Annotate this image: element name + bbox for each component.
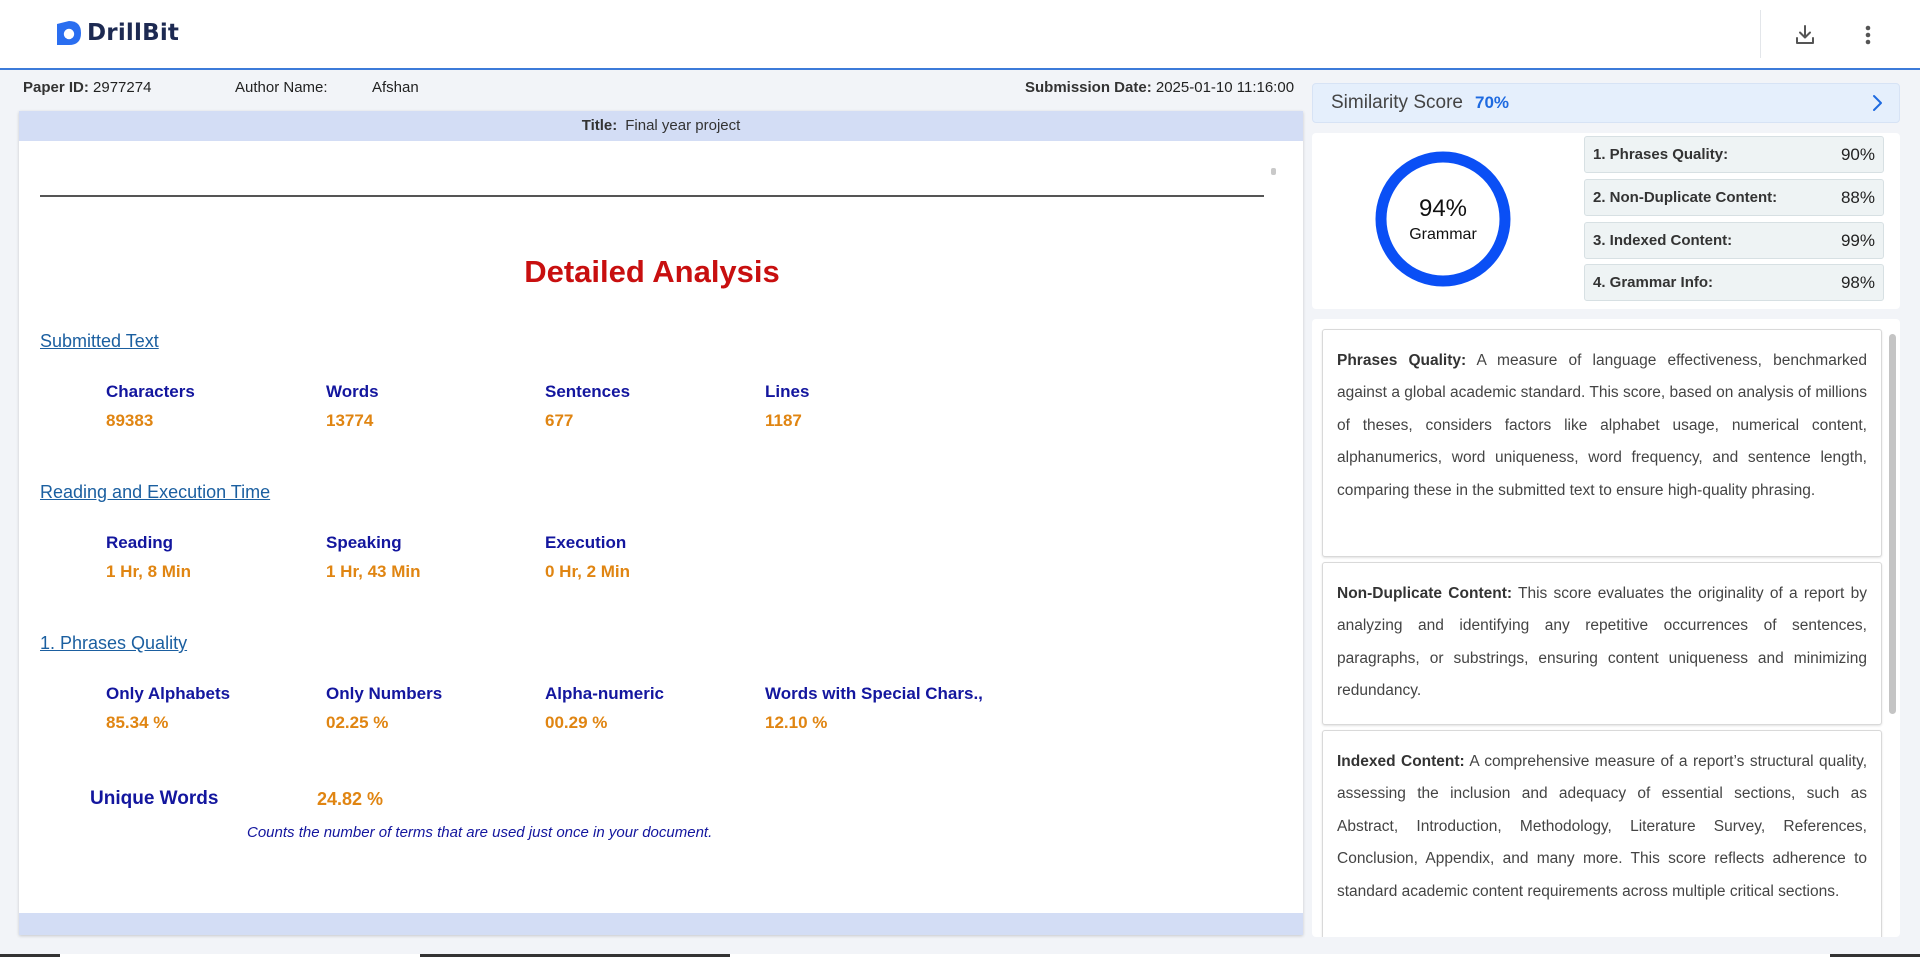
description-text: A measure of language effectiveness, ben… bbox=[1337, 352, 1867, 499]
metric-non-duplicate-content: 2. Non-Duplicate Content: 88% bbox=[1584, 179, 1884, 216]
document-footer-bar bbox=[19, 913, 1303, 935]
document-viewer[interactable]: Title: Final year project Detailed Analys… bbox=[19, 111, 1303, 935]
metric-phrases-quality: 1. Phrases Quality: 90% bbox=[1584, 136, 1884, 173]
stat-label: Only Alphabets bbox=[106, 684, 231, 703]
chevron-right-icon[interactable] bbox=[1867, 93, 1887, 113]
stat-value: 677 bbox=[545, 411, 574, 430]
descriptions-scrollbar[interactable] bbox=[1889, 334, 1896, 714]
description-text: A comprehensive measure of a report’s st… bbox=[1337, 753, 1867, 900]
stat-value: 89383 bbox=[106, 411, 154, 430]
paper-id-label: Paper ID: bbox=[23, 79, 89, 96]
document-title: Final year project bbox=[625, 117, 741, 134]
download-button[interactable] bbox=[1787, 17, 1823, 53]
stat-value: 0 Hr, 2 Min bbox=[545, 562, 631, 581]
submission-date: Submission Date: 2025-01-10 11:16:00 bbox=[1025, 79, 1294, 96]
stat-value: 1187 bbox=[765, 411, 802, 430]
stat-reading: Reading 1 Hr, 8 Min bbox=[106, 533, 191, 582]
description-text: This score evaluates the originality of … bbox=[1337, 585, 1867, 700]
stat-label: Reading bbox=[106, 533, 174, 552]
stat-lines: Lines 1187 bbox=[765, 382, 809, 431]
stat-label: Sentences bbox=[545, 382, 631, 401]
top-bar: DrillBit bbox=[0, 0, 1920, 70]
submission-date-label: Submission Date: bbox=[1025, 79, 1152, 96]
stat-value: 02.25 % bbox=[326, 713, 389, 732]
stat-label: Speaking bbox=[326, 533, 402, 552]
metric-label: 4. Grammar Info: bbox=[1593, 274, 1714, 291]
stat-alpha-numeric: Alpha-numeric 00.29 % bbox=[545, 684, 664, 733]
description-phrases-quality: Phrases Quality: A measure of language e… bbox=[1322, 329, 1882, 557]
paper-id: Paper ID: 2977274 bbox=[23, 79, 151, 96]
stat-execution: Execution 0 Hr, 2 Min bbox=[545, 533, 630, 582]
author-name-label: Author Name: bbox=[235, 79, 328, 96]
grammar-percent: 94% bbox=[1418, 195, 1468, 222]
stat-label: Characters bbox=[106, 382, 195, 401]
download-icon bbox=[1796, 25, 1814, 44]
more-vert-icon bbox=[1865, 25, 1871, 45]
author-name-value: Afshan bbox=[372, 79, 419, 96]
unique-words-note: Counts the number of terms that are used… bbox=[247, 824, 713, 841]
similarity-score-value: 70% bbox=[1474, 93, 1510, 112]
stat-only-numbers: Only Numbers 02.25 % bbox=[326, 684, 442, 733]
metric-label: 1. Phrases Quality: bbox=[1593, 146, 1729, 163]
unique-words-label: Unique Words bbox=[90, 788, 219, 809]
stat-value: 00.29 % bbox=[545, 713, 608, 732]
app-name: DrillBit bbox=[87, 20, 180, 46]
paper-id-value: 2977274 bbox=[93, 79, 152, 96]
drillbit-logo-icon bbox=[57, 21, 81, 45]
divider-line bbox=[40, 195, 1264, 197]
metric-value: 99% bbox=[1840, 230, 1875, 250]
stat-speaking: Speaking 1 Hr, 43 Min bbox=[326, 533, 420, 582]
stat-value: 85.34 % bbox=[106, 713, 169, 732]
descriptions-panel[interactable]: Phrases Quality: A measure of language e… bbox=[1312, 319, 1900, 937]
stat-sentences: Sentences 677 bbox=[545, 382, 630, 431]
metric-value: 90% bbox=[1840, 144, 1875, 164]
document-title-label: Title: bbox=[581, 117, 618, 134]
stat-value: 13774 bbox=[326, 411, 374, 430]
description-indexed-content: Indexed Content: A comprehensive measure… bbox=[1322, 730, 1882, 937]
stat-label: Lines bbox=[765, 382, 810, 401]
scores-card: 94% Grammar 1. Phrases Quality: 90% 2. N… bbox=[1312, 133, 1900, 309]
analysis-heading: Detailed Analysis bbox=[524, 254, 780, 289]
metric-value: 88% bbox=[1840, 187, 1875, 207]
similarity-score-bar[interactable]: Similarity Score 70% bbox=[1312, 83, 1900, 123]
description-title: Non-Duplicate Content: bbox=[1337, 585, 1513, 602]
unique-words-value: 24.82 % bbox=[317, 789, 384, 809]
metric-label: 3. Indexed Content: bbox=[1593, 232, 1733, 249]
submission-date-value: 2025-01-10 11:16:00 bbox=[1155, 79, 1295, 96]
metric-grammar-info: 4. Grammar Info: 98% bbox=[1584, 264, 1884, 301]
stat-special-chars: Words with Special Chars., 12.10 % bbox=[765, 684, 983, 733]
description-title: Indexed Content: bbox=[1337, 753, 1465, 770]
description-title: Phrases Quality: bbox=[1337, 352, 1467, 369]
divider bbox=[1760, 10, 1761, 58]
grammar-label: Grammar bbox=[1409, 226, 1477, 243]
stat-value: 1 Hr, 8 Min bbox=[106, 562, 192, 581]
stat-label: Words bbox=[326, 382, 379, 401]
stat-value: 12.10 % bbox=[765, 713, 828, 732]
stat-label: Alpha-numeric bbox=[545, 684, 665, 703]
stat-label: Execution bbox=[545, 533, 627, 552]
stat-words: Words 13774 bbox=[326, 382, 379, 431]
app-logo[interactable]: DrillBit bbox=[54, 18, 179, 48]
document-title-bar: Title: Final year project bbox=[19, 111, 1303, 141]
stat-value: 1 Hr, 43 Min bbox=[326, 562, 421, 581]
stat-label: Only Numbers bbox=[326, 684, 443, 703]
stat-characters: Characters 89383 bbox=[106, 382, 195, 431]
similarity-score-label: Similarity Score bbox=[1331, 92, 1463, 113]
metric-value: 98% bbox=[1840, 272, 1875, 292]
metric-label: 2. Non-Duplicate Content: bbox=[1593, 189, 1778, 206]
section-phrases-quality[interactable]: 1. Phrases Quality bbox=[40, 633, 187, 654]
description-non-duplicate-content: Non-Duplicate Content: This score evalua… bbox=[1322, 562, 1882, 725]
more-options-button[interactable] bbox=[1850, 17, 1886, 53]
section-reading-execution-time[interactable]: Reading and Execution Time bbox=[40, 482, 270, 503]
stat-label: Words with Special Chars., bbox=[765, 684, 983, 703]
scroll-indicator[interactable] bbox=[1271, 168, 1276, 175]
stat-only-alphabets: Only Alphabets 85.34 % bbox=[106, 684, 230, 733]
section-submitted-text[interactable]: Submitted Text bbox=[40, 331, 159, 352]
metric-indexed-content: 3. Indexed Content: 99% bbox=[1584, 222, 1884, 259]
